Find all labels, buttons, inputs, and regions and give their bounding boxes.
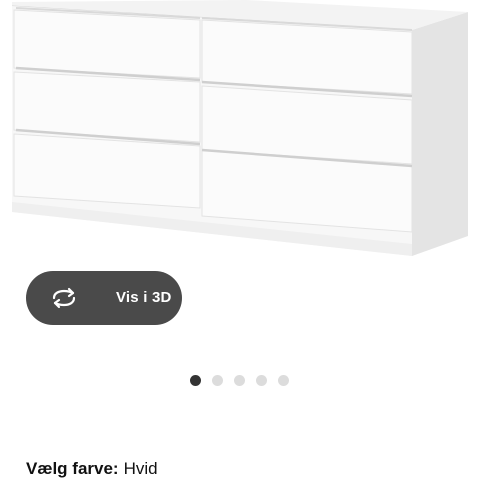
color-selector-label: Vælg farve: xyxy=(26,459,119,478)
carousel-dot-5[interactable] xyxy=(278,375,289,386)
carousel-dot-3[interactable] xyxy=(234,375,245,386)
drawer-left-3 xyxy=(13,133,201,209)
view-in-3d-button[interactable]: Vis i 3D xyxy=(26,271,182,325)
color-selector-value: Hvid xyxy=(123,459,158,478)
view-in-3d-label: Vis i 3D xyxy=(116,289,172,306)
color-selector[interactable]: Vælg farve: Hvid xyxy=(26,458,158,480)
drawer-left-1 xyxy=(13,9,201,79)
dresser-side-panel xyxy=(412,12,468,256)
product-image[interactable] xyxy=(0,0,480,262)
carousel-dot-2[interactable] xyxy=(212,375,223,386)
product-page: Vis i 3D Vælg farve: Hvid xyxy=(0,0,480,480)
image-carousel-indicator xyxy=(190,375,289,386)
carousel-dot-1[interactable] xyxy=(190,375,201,386)
carousel-dot-4[interactable] xyxy=(256,375,267,386)
rotate-3d-icon xyxy=(52,287,76,309)
